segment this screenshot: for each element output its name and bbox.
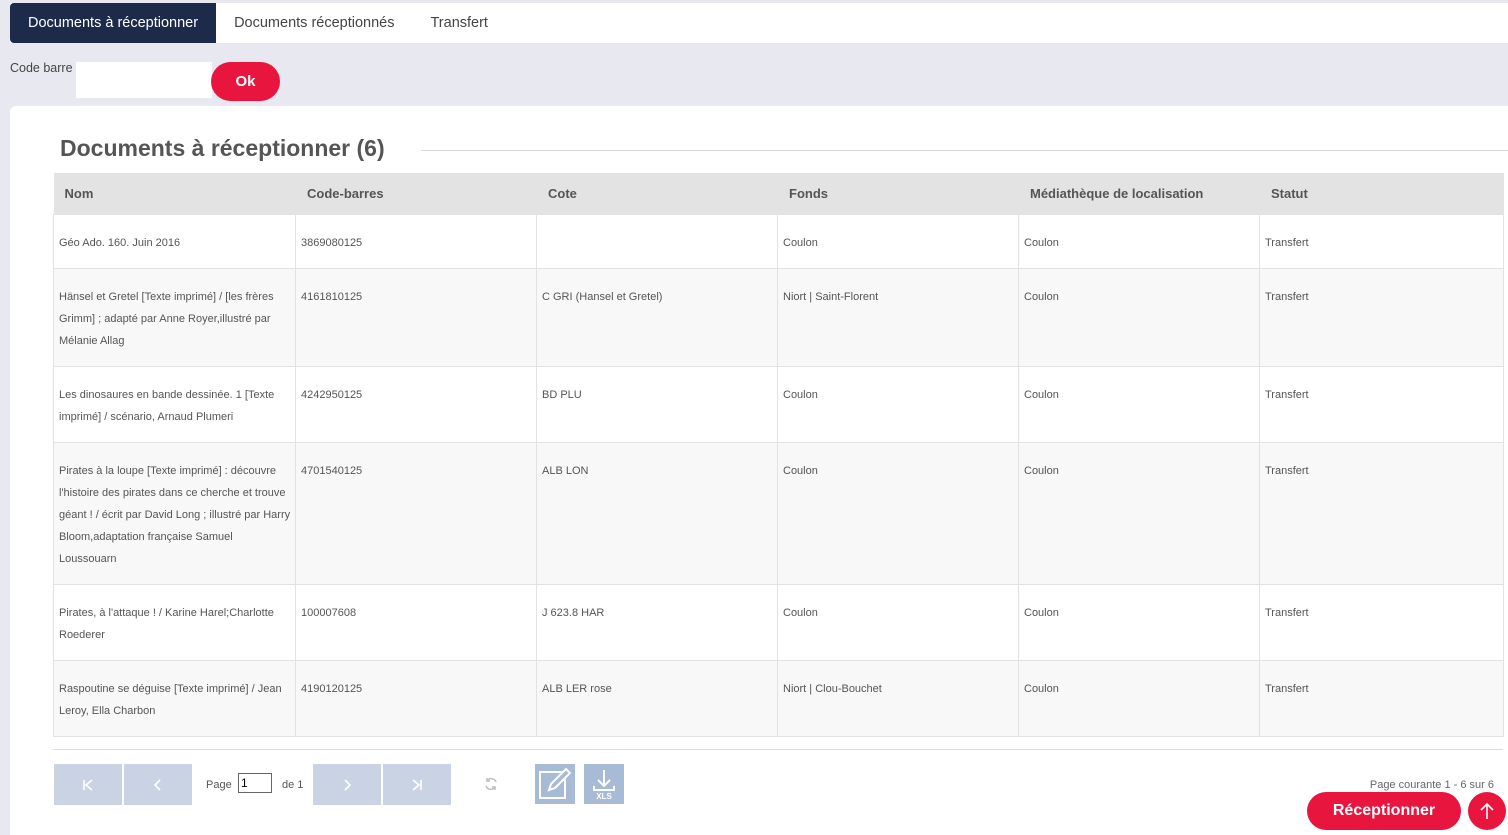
cell-code-barres: 4242950125 [295,365,537,443]
cell-statut: Transfert [1259,441,1504,585]
last-page-icon [412,778,422,791]
cell-code-barres: 4161810125 [295,267,537,367]
first-page-button[interactable] [54,764,122,805]
cell-fonds: Niort | Saint-Florent [777,267,1019,367]
cell-statut: Transfert [1259,659,1504,737]
tab-transfert[interactable]: Transfert [412,3,505,43]
page-summary: Page courante 1 - 6 sur 6 [1369,779,1494,791]
edit-icon [539,767,572,799]
column-header-mediatheque[interactable]: Médiathèque de localisation [1018,173,1260,214]
cell-mediatheque: Coulon [1018,659,1260,737]
edit-button[interactable] [535,764,575,804]
xls-export-button[interactable]: XLS [584,764,624,804]
cell-cote: ALB LON [536,441,778,585]
xls-label: XLS [596,792,612,801]
prev-page-button[interactable] [124,764,192,805]
documents-panel: Documents à réceptionner (6) Nom Code-ba… [10,106,1508,835]
arrow-up-icon [1480,802,1494,819]
cell-statut: Transfert [1259,365,1504,443]
cell-code-barres: 4701540125 [295,441,537,585]
last-page-button[interactable] [383,764,451,805]
scroll-top-button[interactable] [1468,792,1506,830]
cell-mediatheque: Coulon [1018,365,1260,443]
cell-statut: Transfert [1259,213,1504,269]
ok-button[interactable]: Ok [211,62,280,101]
refresh-icon[interactable] [483,776,499,792]
tab-bar: Documents à réceptionner Documents récep… [10,3,1508,43]
column-header-statut[interactable]: Statut [1259,173,1504,214]
table-row[interactable]: Pirates, à l'attaque ! / Karine Harel;Ch… [53,583,1504,661]
next-page-icon [344,778,352,791]
cell-statut: Transfert [1259,583,1504,661]
cell-fonds: Coulon [777,441,1019,585]
table-row[interactable]: Hänsel et Gretel [Texte imprimé] / [les … [53,267,1504,367]
table-row[interactable]: Raspoutine se déguise [Texte imprimé] / … [53,659,1504,737]
cell-fonds: Niort | Clou-Bouchet [777,659,1019,737]
tab-documents-receptionnes[interactable]: Documents réceptionnés [216,3,412,43]
cell-nom: Les dinosaures en bande dessinée. 1 [Tex… [53,365,296,443]
first-page-icon [83,778,93,791]
barcode-input[interactable] [76,62,212,98]
next-page-button[interactable] [313,764,381,805]
cell-code-barres: 3869080125 [295,213,537,269]
column-header-nom[interactable]: Nom [53,173,296,214]
documents-table: Nom Code-barres Cote Fonds Médiathèque d… [53,173,1504,737]
cell-mediatheque: Coulon [1018,583,1260,661]
table-header-row: Nom Code-barres Cote Fonds Médiathèque d… [53,173,1504,214]
page-title: Documents à réceptionner (6) [60,135,385,161]
table-row[interactable]: Pirates à la loupe [Texte imprimé] : déc… [53,441,1504,585]
cell-fonds: Coulon [777,583,1019,661]
cell-code-barres: 4190120125 [295,659,537,737]
receive-button[interactable]: Réceptionner [1307,792,1461,830]
cell-mediatheque: Coulon [1018,213,1260,269]
cell-mediatheque: Coulon [1018,441,1260,585]
prev-page-icon [153,778,161,791]
page-number-input[interactable] [238,773,272,793]
cell-cote [536,213,778,269]
cell-nom: Pirates, à l'attaque ! / Karine Harel;Ch… [53,583,296,661]
cell-cote: ALB LER rose [536,659,778,737]
page-label: Page [206,779,232,791]
cell-fonds: Coulon [777,213,1019,269]
cell-cote: BD PLU [536,365,778,443]
footer-divider [53,749,1503,750]
cell-code-barres: 100007608 [295,583,537,661]
xls-download-icon: XLS [593,770,615,801]
cell-mediatheque: Coulon [1018,267,1260,367]
page-total-label: de 1 [282,779,304,791]
cell-nom: Géo Ado. 160. Juin 2016 [53,213,296,269]
cell-nom: Hänsel et Gretel [Texte imprimé] / [les … [53,267,296,367]
column-header-cote[interactable]: Cote [536,173,778,214]
column-header-fonds[interactable]: Fonds [777,173,1019,214]
table-row[interactable]: Les dinosaures en bande dessinée. 1 [Tex… [53,365,1504,443]
cell-nom: Raspoutine se déguise [Texte imprimé] / … [53,659,296,737]
cell-fonds: Coulon [777,365,1019,443]
barcode-label: Code barre [10,61,73,75]
title-divider [421,150,1508,151]
cell-nom: Pirates à la loupe [Texte imprimé] : déc… [53,441,296,585]
cell-cote: J 623.8 HAR [536,583,778,661]
cell-statut: Transfert [1259,267,1504,367]
tab-documents-a-receptionner[interactable]: Documents à réceptionner [10,3,217,43]
table-row[interactable]: Géo Ado. 160. Juin 2016 3869080125 Coulo… [53,213,1504,269]
cell-cote: C GRI (Hansel et Gretel) [536,267,778,367]
column-header-code-barres[interactable]: Code-barres [295,173,537,214]
